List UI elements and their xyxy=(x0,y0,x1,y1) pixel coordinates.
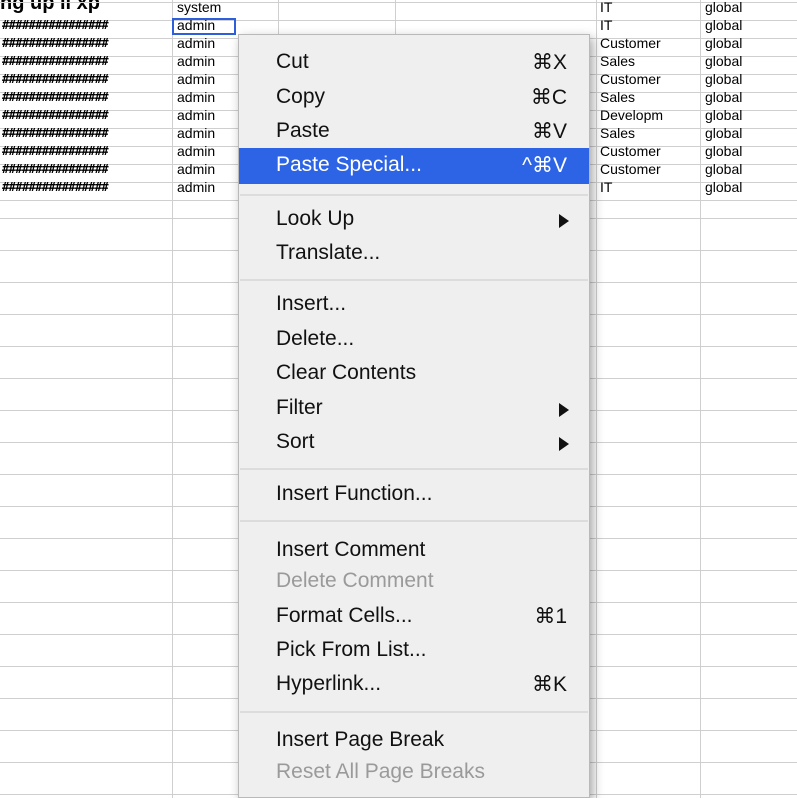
cell[interactable]: ################ xyxy=(2,143,172,159)
menu-item-translate[interactable]: Translate... xyxy=(239,238,589,270)
menu-separator xyxy=(240,468,588,470)
menu-item-label: Insert Comment xyxy=(276,538,426,561)
menu-item-sort[interactable]: Sort xyxy=(239,427,589,459)
submenu-arrow-icon xyxy=(559,403,569,417)
menu-item-label: Paste xyxy=(276,119,330,142)
cell[interactable]: admin xyxy=(177,125,237,141)
cell[interactable]: global xyxy=(705,35,795,51)
menu-separator xyxy=(240,279,588,281)
cell[interactable]: ################ xyxy=(2,53,172,69)
menu-item-pick-from-list[interactable]: Pick From List... xyxy=(239,635,589,667)
column-gridline xyxy=(700,0,701,798)
cell[interactable]: Developm xyxy=(600,107,698,123)
menu-item-label: Cut xyxy=(276,50,309,73)
cell[interactable]: ################ xyxy=(2,179,172,195)
menu-item-label: Insert Function... xyxy=(276,482,433,505)
cell[interactable]: admin xyxy=(177,89,237,105)
cell[interactable]: admin xyxy=(177,179,237,195)
menu-item-label: Clear Contents xyxy=(276,361,417,384)
submenu-arrow-icon xyxy=(559,437,569,451)
menu-separator xyxy=(240,711,588,713)
menu-item-label: Delete... xyxy=(276,327,355,350)
cell[interactable]: global xyxy=(705,161,795,177)
menu-item-label: Sort xyxy=(276,430,315,453)
cell[interactable]: ################ xyxy=(2,17,172,33)
cell[interactable]: ################ xyxy=(2,35,172,51)
menu-item-insert-function[interactable]: Insert Function... xyxy=(239,479,589,511)
cell[interactable]: admin xyxy=(177,161,237,177)
cell[interactable]: admin xyxy=(177,53,237,69)
cell[interactable]: IT xyxy=(600,179,698,195)
cell[interactable]: Customer xyxy=(600,143,698,159)
cell[interactable]: admin xyxy=(177,35,237,51)
cell[interactable]: Sales xyxy=(600,125,698,141)
shortcut-label: ^⌘V xyxy=(522,154,567,177)
menu-item-paste-special[interactable]: Paste Special... ^⌘V xyxy=(239,148,589,184)
menu-item-label: Hyperlink... xyxy=(276,672,382,695)
cell[interactable]: global xyxy=(705,0,795,15)
menu-item-paste[interactable]: Paste ⌘V xyxy=(239,116,589,148)
cell[interactable]: system xyxy=(177,0,237,15)
menu-item-filter[interactable]: Filter xyxy=(239,393,589,425)
menu-item-label: Delete Comment xyxy=(276,569,434,592)
menu-item-hyperlink[interactable]: Hyperlink... ⌘K xyxy=(239,669,589,701)
menu-item-label: Copy xyxy=(276,85,326,108)
menu-separator xyxy=(240,194,588,196)
menu-item-delete[interactable]: Delete... xyxy=(239,324,589,356)
cell[interactable]: global xyxy=(705,71,795,87)
cell[interactable]: global xyxy=(705,89,795,105)
cell[interactable]: global xyxy=(705,179,795,195)
cell[interactable]: ################ xyxy=(2,89,172,105)
shortcut-label: ⌘K xyxy=(531,673,567,696)
menu-separator xyxy=(240,520,588,522)
menu-item-label: Insert Page Break xyxy=(276,728,445,751)
cell[interactable]: IT xyxy=(600,17,698,33)
menu-item-look-up[interactable]: Look Up xyxy=(239,204,589,236)
menu-item-insert[interactable]: Insert... xyxy=(239,289,589,321)
cell[interactable]: Customer xyxy=(600,161,698,177)
cell[interactable]: global xyxy=(705,17,795,33)
cell[interactable]: global xyxy=(705,125,795,141)
shortcut-label: ⌘C xyxy=(530,86,567,109)
menu-item-label: Reset All Page Breaks xyxy=(276,760,485,783)
menu-item-label: Insert... xyxy=(276,292,347,315)
shortcut-label: ⌘1 xyxy=(534,605,567,628)
menu-item-label: Filter xyxy=(276,396,323,419)
cell[interactable]: ################ xyxy=(2,125,172,141)
menu-item-insert-comment[interactable]: Insert Comment xyxy=(239,535,589,567)
cell[interactable]: admin xyxy=(177,143,237,159)
column-gridline xyxy=(596,0,597,798)
menu-item-label: Format Cells... xyxy=(276,604,413,627)
menu-item-copy[interactable]: Copy ⌘C xyxy=(239,82,589,114)
cell[interactable]: Customer xyxy=(600,71,698,87)
cell[interactable]: global xyxy=(705,107,795,123)
cell[interactable]: admin xyxy=(177,107,237,123)
menu-item-label: Paste Special... xyxy=(276,153,422,176)
menu-item-cut[interactable]: Cut ⌘X xyxy=(239,47,589,79)
submenu-arrow-icon xyxy=(559,214,569,228)
cell[interactable]: global xyxy=(705,53,795,69)
cell[interactable]: ################ xyxy=(2,71,172,87)
cell[interactable]: global xyxy=(705,143,795,159)
cell[interactable]: Sales xyxy=(600,89,698,105)
cell[interactable]: Sales xyxy=(600,53,698,69)
menu-item-insert-page-break[interactable]: Insert Page Break xyxy=(239,725,589,757)
shortcut-label: ⌘X xyxy=(531,51,567,74)
menu-item-format-cells[interactable]: Format Cells... ⌘1 xyxy=(239,601,589,633)
cell[interactable]: ################ xyxy=(2,107,172,123)
menu-item-label: Pick From List... xyxy=(276,638,427,661)
column-gridline xyxy=(172,0,173,798)
menu-item-delete-comment: Delete Comment xyxy=(239,566,589,598)
menu-item-label: Look Up xyxy=(276,207,355,230)
menu-item-label: Translate... xyxy=(276,241,381,264)
menu-item-clear-contents[interactable]: Clear Contents xyxy=(239,358,589,390)
cell[interactable]: admin xyxy=(177,71,237,87)
context-menu: Cut ⌘X Copy ⌘C Paste ⌘V Paste Special...… xyxy=(238,34,590,798)
menu-item-reset-page-breaks: Reset All Page Breaks xyxy=(239,757,589,789)
cell[interactable]: ################ xyxy=(2,161,172,177)
cell[interactable]: Customer xyxy=(600,35,698,51)
shortcut-label: ⌘V xyxy=(531,120,567,143)
cell[interactable]: IT xyxy=(600,0,698,15)
selected-cell-outline xyxy=(172,18,236,35)
